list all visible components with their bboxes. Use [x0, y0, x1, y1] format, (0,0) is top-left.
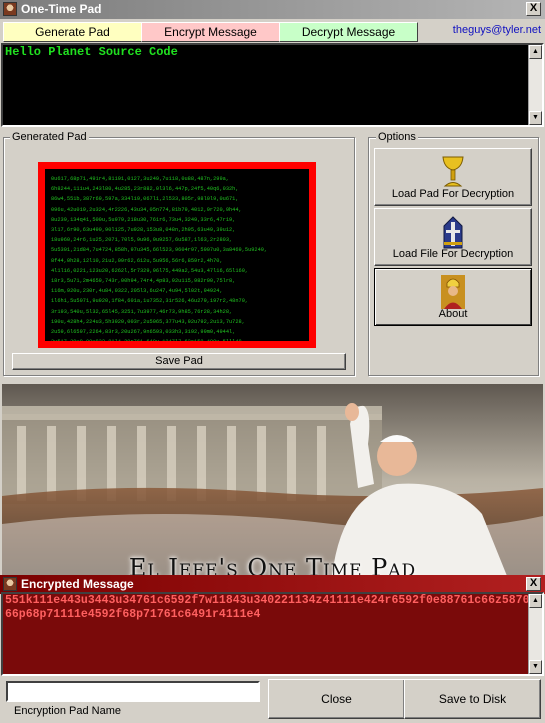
about-label: About: [438, 308, 468, 320]
pad-line: 6h8244,111u4,243l80,4u285,23r882,0l3l6,4…: [51, 186, 239, 193]
scroll-down-button[interactable]: ▼: [529, 660, 542, 674]
close-window-button[interactable]: X: [526, 2, 541, 16]
scroll-up-button[interactable]: ▲: [529, 45, 542, 59]
save-to-disk-button[interactable]: Save to Disk: [404, 679, 541, 719]
pope-portrait-icon: [441, 275, 465, 309]
load-pad-label: Load Pad For Decryption: [391, 188, 515, 200]
pad-line: 0u617,68p71,491r4,81191,0127,3u249,7u118…: [51, 176, 230, 182]
bishop-mitre-icon: [443, 216, 463, 249]
contact-email[interactable]: theguys@tyler.net: [453, 24, 541, 36]
banner-artwork: [2, 384, 543, 576]
message-editor[interactable]: Hello Planet Source Code ▲ ▼: [1, 43, 544, 127]
pad-line: 8u239,134q41,500u,5u979,218u30,761r6,73u…: [51, 216, 236, 223]
pad-line: 86w4,551b,387r69,597a,334l19,067l1,2l533…: [51, 196, 239, 203]
message-text: Hello Planet Source Code: [5, 45, 178, 59]
window-title: One-Time Pad: [21, 2, 102, 16]
load-file-label: Load File For Decryption: [392, 248, 514, 260]
main-titlebar: One-Time Pad X: [0, 0, 545, 19]
app-icon: [3, 577, 17, 591]
scroll-down-button[interactable]: ▼: [529, 111, 542, 125]
close-encrypted-window-button[interactable]: X: [526, 577, 541, 591]
pad-line: 18r3,5u71,2m4659,743r,00h94,74r4,4p83,92…: [51, 278, 236, 285]
pad-text-area: 0u617,68p71,491r4,81191,0127,3u249,7u118…: [45, 169, 309, 341]
pad-line: 1l6h1,5u5071,9u920,1f84,601a,1u7352,31r5…: [51, 298, 249, 305]
about-button[interactable]: About: [374, 268, 532, 326]
pad-line: 190u,428h4,224u3,5h3920,003r,2u5065,377u…: [51, 318, 245, 325]
scroll-up-button[interactable]: ▲: [529, 594, 542, 608]
banner-image: El Jefe's One Time Pad: [2, 384, 543, 576]
options-label: Options: [376, 131, 418, 143]
pad-display: 0u617,68p71,491r4,81191,0127,3u249,7u118…: [38, 162, 316, 348]
app-icon: [3, 2, 17, 16]
tab-generate-pad[interactable]: Generate Pad: [3, 22, 142, 42]
message-scrollbar[interactable]: ▲ ▼: [528, 45, 542, 125]
encrypted-scrollbar[interactable]: ▲ ▼: [528, 594, 542, 674]
banner-title: El Jefe's One Time Pad: [128, 554, 417, 576]
pad-line: 8f44,0h28,12l10,21u2,09r62,612u,5u956,56…: [51, 257, 223, 264]
pad-line: 096u,42u019,2u324,4r2226,43u34,05n774,81…: [51, 206, 242, 213]
encryption-pad-name-input[interactable]: [6, 681, 260, 702]
load-pad-for-decryption-button[interactable]: Load Pad For Decryption: [374, 148, 532, 206]
load-file-for-decryption-button[interactable]: Load File For Decryption: [374, 208, 532, 266]
pad-line: 116m,920u,230r,4u84,0322,205l3,6u247,4u9…: [51, 288, 223, 295]
tab-decrypt-message[interactable]: Decrypt Message: [279, 22, 418, 42]
pad-line: 3r193,540u,5l32,65l45,3251,7u3977,46r73,…: [51, 308, 233, 315]
pad-line: 5u5301,21d84,7u4724,858h,97u345,66l523,9…: [51, 247, 268, 254]
pad-line: 3l17,6r90,63u490,90l125,7u928,153u8,048n…: [51, 227, 236, 234]
encryption-pad-name-label: Encryption Pad Name: [14, 705, 121, 717]
tab-encrypt-message[interactable]: Encrypt Message: [141, 22, 280, 42]
pad-line: 18u960,24r6,1u25,2071,70l5,9u96,0u9257,6…: [51, 237, 233, 244]
encrypted-text: 551k111e443u3443u34761c6592f7w11843u3402…: [5, 594, 530, 621]
golden-chalice-icon: [442, 156, 464, 187]
encrypted-text-area[interactable]: 551k111e443u3443u34761c6592f7w11843u3402…: [1, 592, 544, 676]
pad-line: 4l1l16,0221,123u20,6262l,5r7329,96l75,44…: [51, 267, 249, 274]
pad-line: 3u517,39u9,00u832,81l4,20r761,640u,1247l…: [51, 337, 303, 341]
pad-line: 2u59,6l6597,2264,83r3,20u267,9n6593,033h…: [51, 329, 236, 336]
generated-pad-label: Generated Pad: [10, 131, 89, 143]
save-pad-button[interactable]: Save Pad: [12, 353, 346, 370]
close-button[interactable]: Close: [268, 679, 405, 719]
